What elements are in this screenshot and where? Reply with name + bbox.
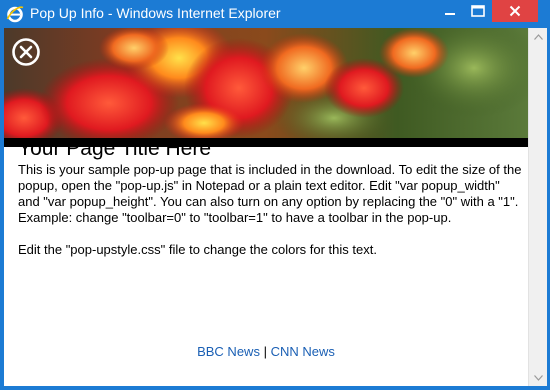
page-body: Your Page Title Here This is your sample…: [18, 136, 528, 258]
page-content-area: Your Page Title Here This is your sample…: [4, 28, 528, 386]
minimize-button[interactable]: [436, 0, 464, 22]
close-button[interactable]: [492, 0, 538, 22]
body-paragraph-2: Edit the "pop-upstyle.css" file to chang…: [18, 242, 377, 257]
internet-explorer-icon: [6, 6, 24, 23]
scroll-up-arrow-icon: [533, 33, 543, 40]
scroll-down-button[interactable]: [529, 369, 547, 386]
link-bbc-news[interactable]: BBC News: [197, 344, 260, 359]
maximize-icon: [471, 5, 485, 17]
close-circle-icon[interactable]: [11, 37, 41, 67]
page-title: Your Page Title Here: [18, 137, 212, 160]
close-icon: [509, 5, 521, 17]
browser-window: Pop Up Info - Windows Internet Explorer: [0, 0, 550, 390]
scroll-down-arrow-icon: [533, 374, 543, 381]
window-title: Pop Up Info - Windows Internet Explorer: [30, 5, 281, 21]
minimize-icon: [445, 13, 455, 15]
link-cnn-news[interactable]: CNN News: [271, 344, 335, 359]
maximize-button[interactable]: [464, 0, 492, 22]
scroll-up-button[interactable]: [529, 28, 547, 45]
scroll-track[interactable]: [529, 45, 547, 369]
link-separator: |: [263, 344, 267, 359]
vertical-scrollbar[interactable]: [528, 28, 547, 386]
title-bar[interactable]: Pop Up Info - Windows Internet Explorer: [0, 0, 550, 28]
news-links: BBC News | CNN News: [4, 344, 528, 359]
body-paragraph-1: This is your sample pop-up page that is …: [18, 162, 522, 225]
flower-banner-image: [4, 28, 528, 138]
